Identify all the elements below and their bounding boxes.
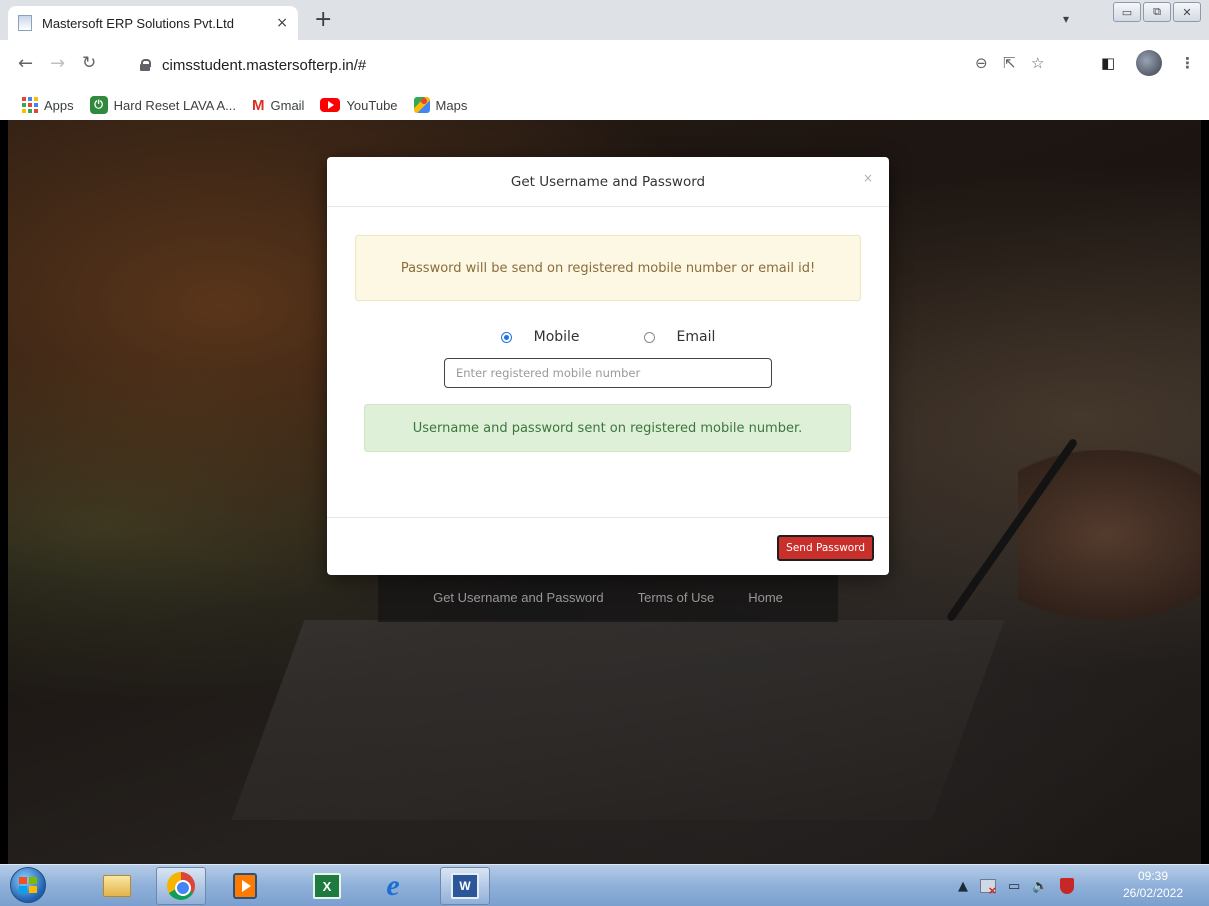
bookmark-gmail[interactable]: M Gmail — [252, 97, 304, 114]
tab-search-chevron-icon[interactable]: ▾ — [1063, 12, 1069, 26]
new-tab-button[interactable]: + — [314, 9, 332, 31]
bookmark-maps[interactable]: Maps — [413, 97, 468, 113]
menu-kebab-icon[interactable]: ⋮ — [1180, 54, 1195, 72]
address-bar[interactable]: cimsstudent.mastersofterp.in/# — [140, 49, 1010, 81]
taskbar-excel[interactable]: X — [302, 867, 352, 905]
antivirus-shield-icon[interactable] — [1060, 878, 1075, 894]
get-credentials-modal: Get Username and Password × Password wil… — [327, 157, 889, 575]
windows-taskbar: X e W ▲ ▭ 🔈 09:39 26/02/2022 — [0, 864, 1209, 906]
browser-tab[interactable]: Mastersoft ERP Solutions Pvt.Ltd × — [8, 6, 298, 40]
mobile-radio-button[interactable] — [500, 331, 512, 343]
bookmark-label: Gmail — [270, 97, 305, 113]
windows-logo-icon — [19, 877, 37, 893]
side-panel-icon[interactable]: ◧ — [1101, 54, 1115, 72]
action-center-icon[interactable] — [980, 879, 997, 897]
footer-link-get-credentials[interactable]: Get Username and Password — [433, 590, 604, 605]
excel-icon: X — [313, 873, 341, 899]
success-alert: Username and password sent on registered… — [364, 404, 851, 452]
chrome-icon — [167, 872, 195, 900]
bookmark-label: Hard Reset LAVA A... — [113, 97, 236, 113]
taskbar-chrome[interactable] — [156, 867, 206, 905]
browser-toolbar: ← → ↻ cimsstudent.mastersofterp.in/# ⊖ ⇱… — [0, 40, 1209, 90]
tab-close-icon[interactable]: × — [276, 15, 288, 31]
mobile-number-input[interactable] — [444, 358, 772, 388]
zoom-icon[interactable]: ⊖ — [975, 54, 988, 72]
volume-icon[interactable]: 🔈 — [1032, 879, 1048, 894]
url-text[interactable]: cimsstudent.mastersofterp.in/# — [162, 57, 366, 74]
footer-links: Get Username and Password Terms of Use H… — [378, 572, 838, 622]
maps-icon — [413, 97, 430, 113]
share-icon[interactable]: ⇱ — [1003, 54, 1016, 72]
bookmark-youtube[interactable]: YouTube — [320, 97, 398, 113]
bookmark-hard-reset[interactable]: ⏻ Hard Reset LAVA A... — [89, 96, 236, 114]
bookmark-label: Maps — [435, 97, 468, 113]
apps-grid-icon — [22, 97, 38, 113]
internet-explorer-icon: e — [386, 869, 400, 902]
info-alert: Password will be send on registered mobi… — [355, 235, 861, 301]
bookmark-label: Apps — [44, 97, 74, 113]
profile-avatar[interactable] — [1136, 50, 1162, 76]
taskbar-word[interactable]: W — [440, 867, 490, 905]
modal-footer: Send Password — [327, 517, 889, 575]
bookmark-label: YouTube — [346, 97, 398, 113]
modal-header: Get Username and Password × — [327, 157, 889, 207]
browser-tab-strip: Mastersoft ERP Solutions Pvt.Ltd × + ▾ ▭… — [0, 0, 1209, 40]
email-radio-button[interactable] — [643, 331, 655, 343]
network-icon[interactable]: ▭ — [1008, 879, 1020, 894]
bookmarks-bar: Apps ⏻ Hard Reset LAVA A... M Gmail YouT… — [0, 90, 1209, 120]
hard-reset-icon: ⏻ — [89, 96, 108, 114]
modal-title: Get Username and Password — [510, 173, 706, 190]
media-player-icon — [233, 873, 257, 899]
gmail-icon: M — [252, 96, 265, 114]
page-favicon-icon — [18, 15, 32, 31]
youtube-icon — [320, 98, 341, 112]
send-password-button[interactable]: Send Password — [777, 535, 874, 561]
forward-arrow-icon[interactable]: → — [50, 53, 65, 74]
window-close-button[interactable]: ✕ — [1173, 2, 1201, 22]
radio-option-email[interactable]: Email — [643, 329, 716, 345]
system-clock[interactable]: 09:39 26/02/2022 — [1108, 868, 1198, 902]
radio-label-email: Email — [676, 329, 716, 345]
taskbar-media-player[interactable] — [220, 867, 270, 905]
footer-link-terms[interactable]: Terms of Use — [638, 590, 715, 605]
restore-button[interactable]: ⧉ — [1143, 2, 1171, 22]
radio-label-mobile: Mobile — [533, 329, 580, 345]
radio-option-mobile[interactable]: Mobile — [500, 329, 580, 345]
lock-icon[interactable] — [140, 59, 151, 71]
footer-link-home[interactable]: Home — [748, 590, 783, 605]
start-button[interactable] — [10, 867, 46, 903]
word-icon: W — [451, 873, 479, 899]
bookmark-apps[interactable]: Apps — [22, 97, 74, 113]
bookmark-star-icon[interactable]: ☆ — [1031, 54, 1044, 72]
tab-title: Mastersoft ERP Solutions Pvt.Ltd — [42, 15, 234, 31]
delivery-method-radio-group: Mobile Email — [327, 329, 889, 345]
file-explorer-icon — [103, 875, 131, 897]
show-hidden-icons-icon[interactable]: ▲ — [958, 879, 968, 894]
taskbar-explorer[interactable] — [92, 867, 142, 905]
modal-close-icon[interactable]: × — [863, 171, 873, 185]
system-tray: ▲ ▭ 🔈 — [958, 865, 1075, 906]
clock-date: 26/02/2022 — [1122, 886, 1184, 900]
reload-icon[interactable]: ↻ — [82, 53, 96, 73]
taskbar-internet-explorer[interactable]: e — [368, 867, 418, 905]
minimize-button[interactable]: ▭ — [1113, 2, 1141, 22]
clock-time: 09:39 — [1137, 869, 1169, 883]
window-controls: ▭ ⧉ ✕ — [1113, 2, 1201, 22]
back-arrow-icon[interactable]: ← — [18, 53, 33, 74]
